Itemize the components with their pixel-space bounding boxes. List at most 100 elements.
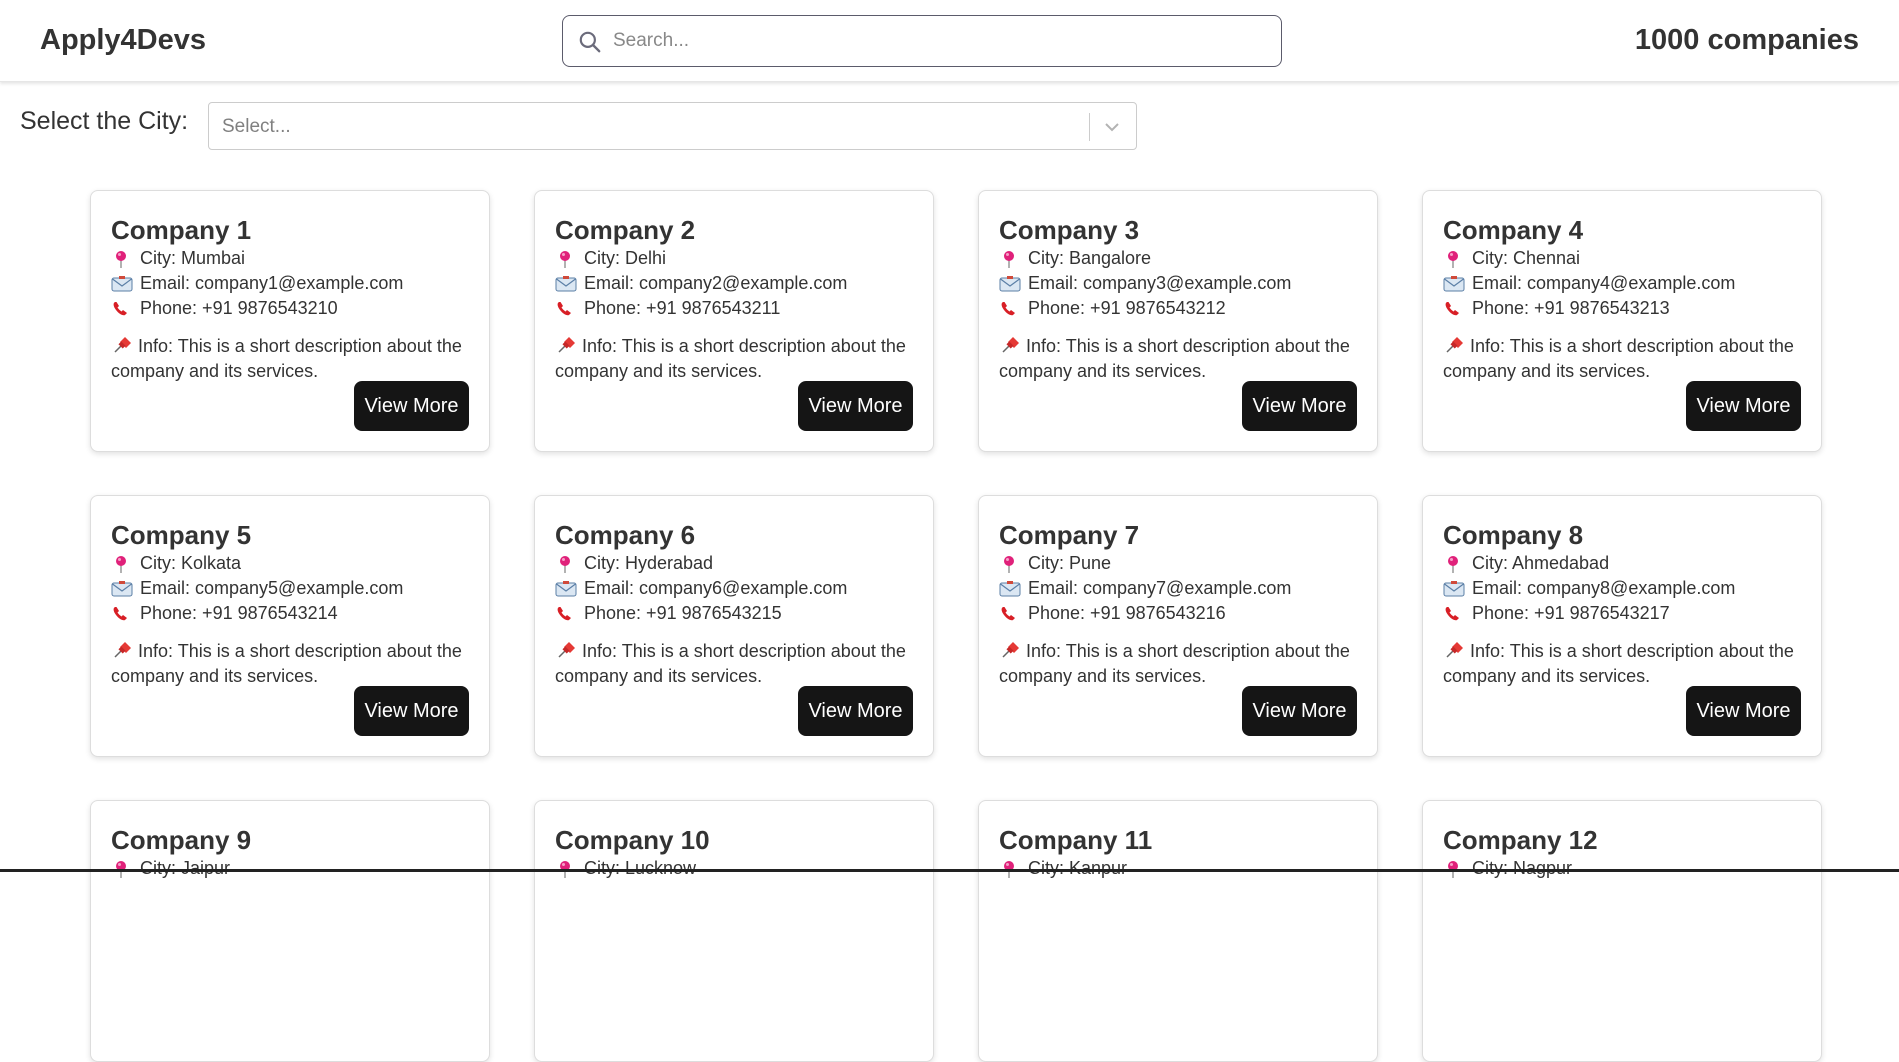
phone-line: Phone: +91 9876543210 [111,298,338,319]
email-line: Email: company5@example.com [111,578,403,599]
telephone-receiver-icon [555,605,577,623]
phone-text: Phone: +91 9876543217 [1472,603,1670,624]
company-count: 1000 companies [1635,24,1859,57]
company-name: Company 12 [1443,825,1598,856]
company-card: Company 2City: Delhi Email: company2@exam… [534,190,934,452]
city-select-placeholder: Select... [222,116,291,138]
phone-line: Phone: +91 9876543213 [1443,298,1670,319]
email-text: Email: company8@example.com [1472,578,1735,599]
view-more-button[interactable]: View More [1686,686,1801,736]
pushpin-icon [111,641,133,659]
company-name: Company 1 [111,215,251,246]
company-name: Company 4 [1443,215,1583,246]
email-line: Email: company2@example.com [555,273,847,294]
email-text: Email: company3@example.com [1028,273,1291,294]
info-block: Info: This is a short description about … [1443,639,1813,689]
info-block: Info: This is a short description about … [555,639,925,689]
info-block: Info: This is a short description about … [999,334,1369,384]
company-name: Company 9 [111,825,251,856]
company-name: Company 7 [999,520,1139,551]
phone-text: Phone: +91 9876543210 [140,298,338,319]
email-line: Email: company1@example.com [111,273,403,294]
company-card: Company 6City: HyderabadEmail: company6@… [534,495,934,757]
phone-line: Phone: +91 9876543212 [999,298,1226,319]
city-text: City: Pune [1028,553,1111,574]
info-text: Info: This is a short description about … [555,336,906,381]
company-name: Company 10 [555,825,710,856]
telephone-receiver-icon [999,300,1021,318]
city-filter-label: Select the City: [20,107,188,136]
company-name: Company 2 [555,215,695,246]
round-pushpin-icon [111,555,133,573]
phone-text: Phone: +91 9876543211 [584,298,780,319]
telephone-receiver-icon [999,605,1021,623]
pushpin-icon [999,641,1021,659]
phone-text: Phone: +91 9876543215 [584,603,782,624]
info-text: Info: This is a short description about … [999,641,1350,686]
city-text: City: Hyderabad [584,553,713,574]
email-text: Email: company1@example.com [140,273,403,294]
city-line: City: Pune [999,553,1111,574]
telephone-receiver-icon [1443,300,1465,318]
phone-text: Phone: +91 9876543214 [140,603,338,624]
city-line: City: Ahmedabad [1443,553,1609,574]
info-text: Info: This is a short description about … [1443,336,1794,381]
company-card: Company 7City: PuneEmail: company7@examp… [978,495,1378,757]
dropdown-separator [1089,113,1090,141]
view-more-button[interactable]: View More [1242,686,1357,736]
company-card: Company 5City: KolkataEmail: company5@ex… [90,495,490,757]
phone-line: Phone: +91 9876543217 [1443,603,1670,624]
view-more-button[interactable]: View More [354,381,469,431]
envelope-icon [999,275,1021,293]
company-card: Company 8City: Ahmedabad Email: company8@… [1422,495,1822,757]
search-box[interactable] [562,15,1282,67]
email-text: Email: company5@example.com [140,578,403,599]
city-text: City: Kolkata [140,553,241,574]
email-text: Email: company6@example.com [584,578,847,599]
email-text: Email: company4@example.com [1472,273,1735,294]
view-more-button[interactable]: View More [798,381,913,431]
pushpin-icon [1443,641,1465,659]
email-line: Email: company4@example.com [1443,273,1735,294]
round-pushpin-icon [555,250,577,268]
telephone-receiver-icon [111,300,133,318]
email-line: Email: company8@example.com [1443,578,1735,599]
company-name: Company 8 [1443,520,1583,551]
phone-line: Phone: +91 9876543211 [555,298,780,319]
round-pushpin-icon [111,250,133,268]
envelope-icon [111,580,133,598]
pushpin-icon [111,336,133,354]
view-more-button[interactable]: View More [1242,381,1357,431]
search-icon [577,29,603,55]
city-line: City: Delhi [555,248,666,269]
envelope-icon [555,580,577,598]
brand-logo-text[interactable]: Apply4Devs [40,24,206,57]
phone-line: Phone: +91 9876543215 [555,603,782,624]
telephone-receiver-icon [111,605,133,623]
telephone-receiver-icon [1443,605,1465,623]
info-text: Info: This is a short description about … [1443,641,1794,686]
envelope-icon [1443,580,1465,598]
email-text: Email: company2@example.com [584,273,847,294]
company-card: Company 1City: MumbaiEmail: company1@exa… [90,190,490,452]
phone-text: Phone: +91 9876543213 [1472,298,1670,319]
company-name: Company 11 [999,825,1152,856]
view-more-button[interactable]: View More [1686,381,1801,431]
pushpin-icon [555,336,577,354]
city-text: City: Chennai [1472,248,1580,269]
city-text: City: Bangalore [1028,248,1151,269]
phone-text: Phone: +91 9876543216 [1028,603,1226,624]
city-text: City: Ahmedabad [1472,553,1609,574]
chevron-down-icon[interactable] [1100,115,1124,139]
envelope-icon [999,580,1021,598]
info-block: Info: This is a short description about … [1443,334,1813,384]
company-card: Company 9City: Jaipur [90,800,490,1062]
view-more-button[interactable]: View More [354,686,469,736]
city-text: City: Delhi [584,248,666,269]
view-more-button[interactable]: View More [798,686,913,736]
search-input[interactable] [613,16,1273,65]
round-pushpin-icon [1443,250,1465,268]
city-select-dropdown[interactable]: Select... [208,102,1137,150]
city-line: City: Chennai [1443,248,1580,269]
pushpin-icon [1443,336,1465,354]
